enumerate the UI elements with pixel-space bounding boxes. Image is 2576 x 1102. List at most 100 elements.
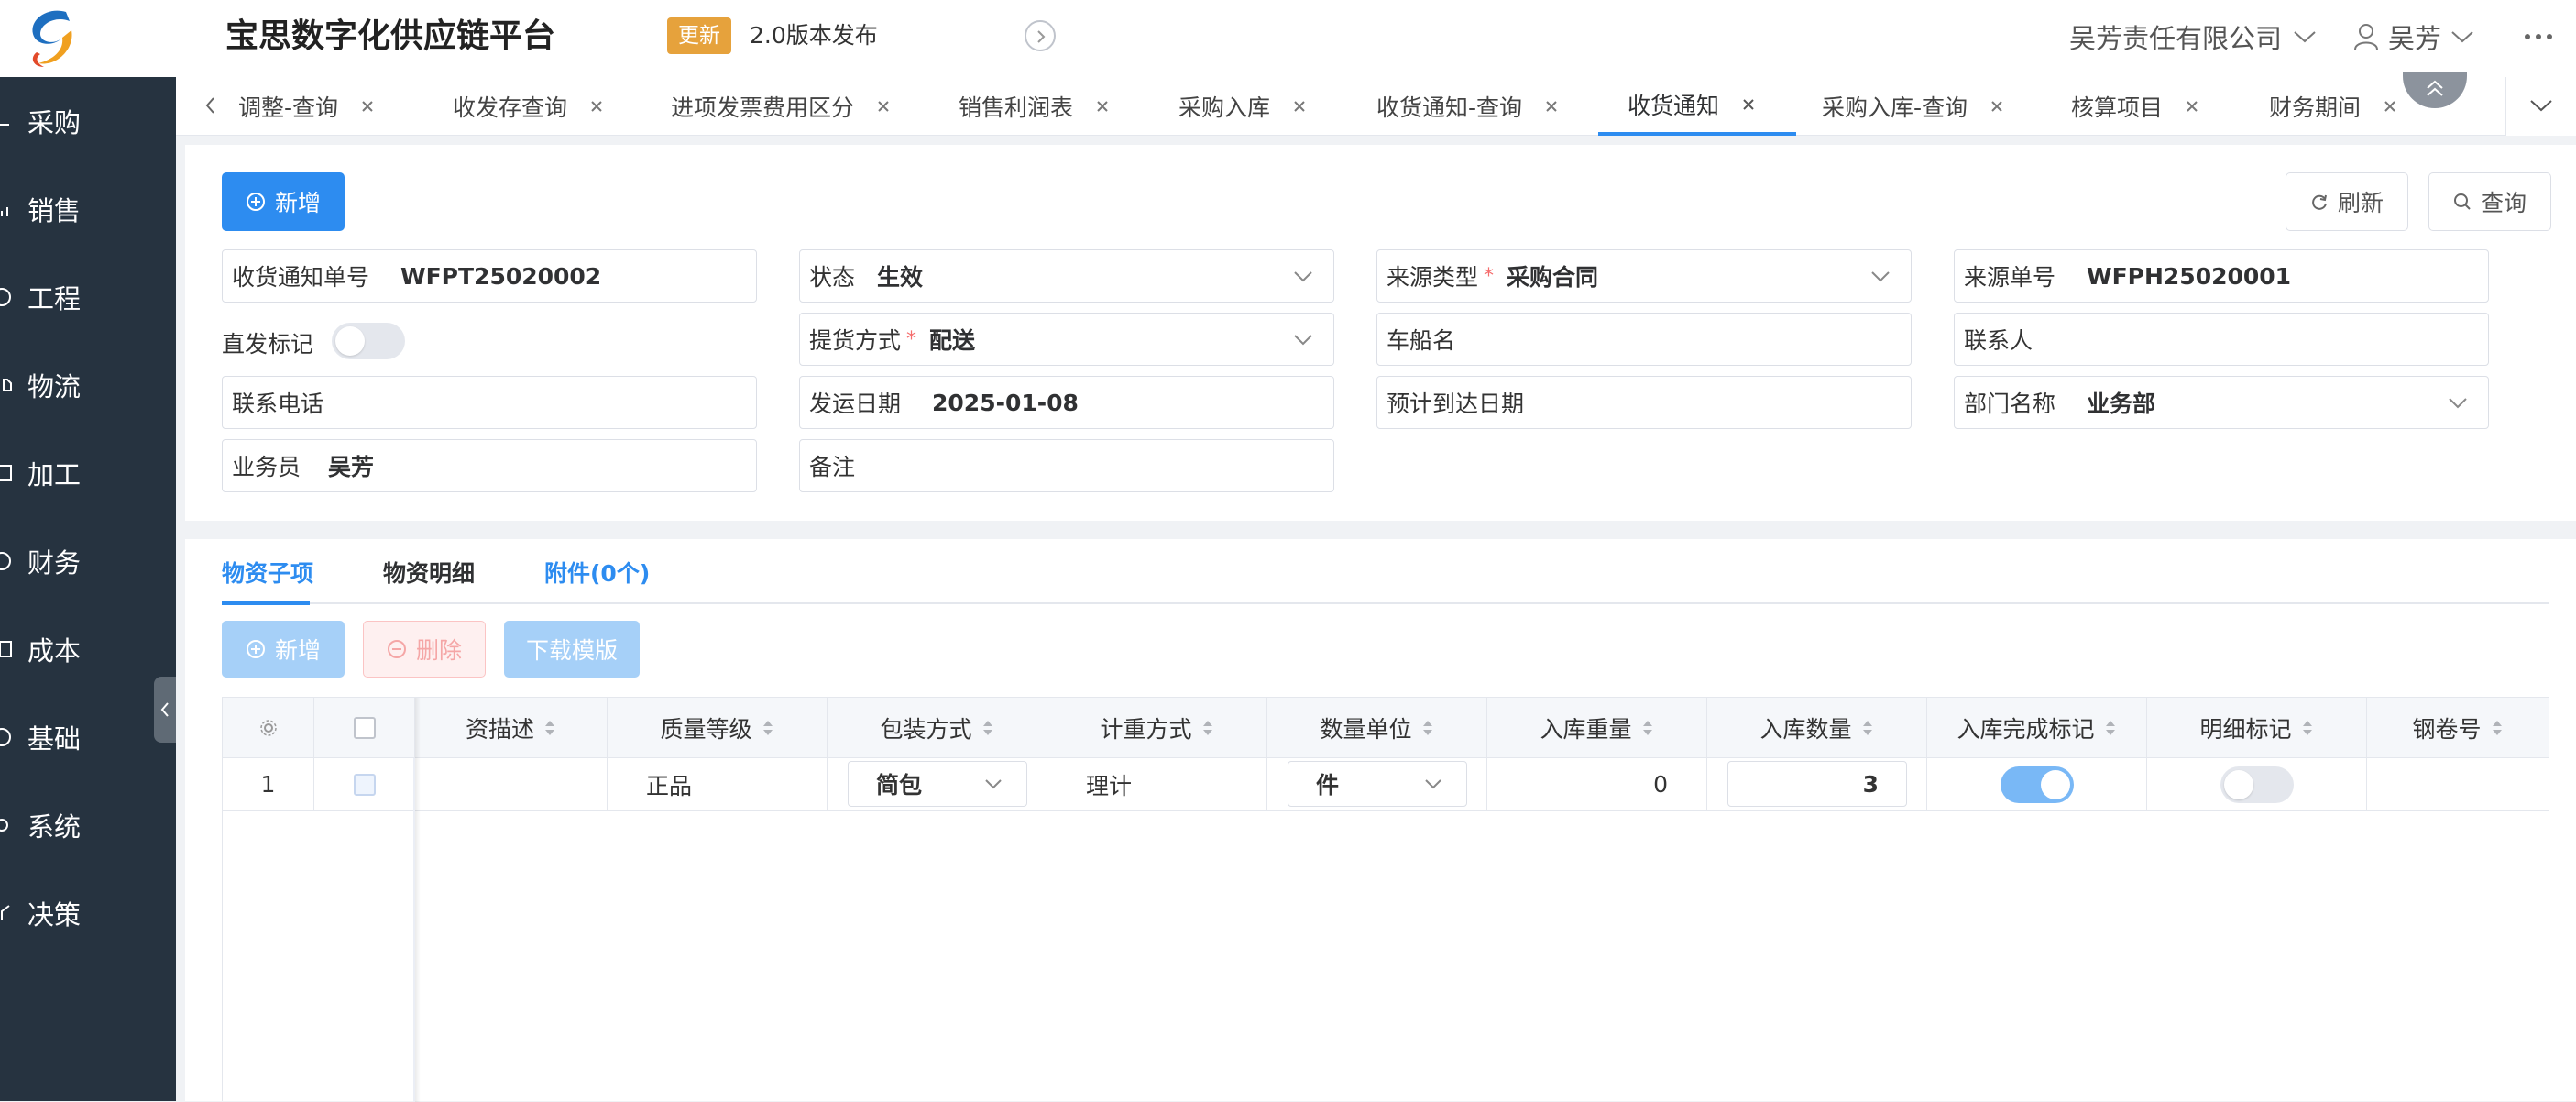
close-icon[interactable] [1990,99,2004,114]
direct-flag-switch[interactable] [332,323,405,359]
row-checkbox[interactable] [353,773,376,796]
delete-row-button[interactable]: 删除 [363,621,486,678]
close-icon[interactable] [1292,99,1307,114]
cell-weigh-method[interactable]: 理计 [1047,758,1267,810]
column-header-packing[interactable]: 包装方式 [828,698,1047,757]
sidebar-item-logistics[interactable]: 物流 [0,358,176,413]
release-note[interactable]: 2.0版本发布 [750,17,878,54]
cell-quantity[interactable]: 3 [1707,758,1927,810]
sidebar-item-cost[interactable]: 成本 [0,622,176,677]
chevron-left-icon[interactable] [203,95,216,116]
tab-purchase-inbound[interactable]: 采购入库 [1178,77,1307,136]
release-arrow-button[interactable] [1025,20,1056,51]
cell-unit[interactable]: 件 [1267,758,1487,810]
cell-coil-no[interactable] [2367,758,2549,810]
tab-material-details[interactable]: 物资明细 [383,556,475,589]
close-icon[interactable] [2383,99,2397,114]
close-icon[interactable] [589,99,604,114]
tab-accounting-item[interactable]: 核算项目 [2071,77,2199,136]
tab-sales-profit[interactable]: 销售利润表 [959,77,1110,136]
sidebar-item-decision[interactable]: 决策 [0,886,176,941]
refresh-button-label: 刷新 [2337,190,2384,216]
complete-flag-switch[interactable] [2001,766,2074,803]
source-no-field[interactable]: 来源单号 WFPH25020001 [1954,249,2489,303]
sidebar-item-purchase[interactable]: 采购 [0,94,176,149]
user-icon [2354,24,2378,50]
column-header-detail-flag[interactable]: 明细标记 [2147,698,2367,757]
tab-attachments[interactable]: 附件(0个) [544,556,650,589]
tab-receipt-notice[interactable]: 收货通知 [1598,77,1796,136]
sort-icon [545,720,554,735]
add-button[interactable]: 新增 [222,172,345,231]
close-icon[interactable] [2185,99,2199,114]
cell-weight[interactable]: 0 [1487,758,1707,810]
column-header-weigh-method[interactable]: 计重方式 [1047,698,1267,757]
tab-purchase-inbound-query[interactable]: 采购入库-查询 [1822,77,2004,136]
tab-invoice-fee[interactable]: 进项发票费用区分 [671,77,891,136]
detail-flag-switch[interactable] [2220,766,2294,803]
column-header-coil-no[interactable]: 钢卷号 [2367,698,2549,757]
tab-label: 进项发票费用区分 [671,94,855,121]
source-type-select[interactable]: 来源类型 * 采购合同 [1376,249,1912,303]
contact-field[interactable]: 联系人 [1954,313,2489,366]
close-icon[interactable] [876,99,891,114]
refresh-button[interactable]: 刷新 [2286,172,2408,231]
sidebar-item-finance[interactable]: 财务 [0,534,176,589]
cell-complete-flag[interactable] [1927,758,2147,810]
company-switcher[interactable]: 吴芳责任有限公司 [2069,17,2317,57]
user-menu[interactable]: 吴芳 [2353,17,2474,57]
row-select-cell[interactable] [314,758,415,810]
cell-desc[interactable] [415,758,608,810]
close-icon[interactable] [1095,99,1110,114]
phone-field[interactable]: 联系电话 [222,376,757,429]
column-header-unit[interactable]: 数量单位 [1267,698,1487,757]
select-all-cell[interactable] [314,698,415,757]
chart-icon [1,207,8,216]
column-header-quality[interactable]: 质量等级 [608,698,828,757]
query-button[interactable]: 查询 [2428,172,2551,231]
department-select[interactable]: 部门名称 业务部 [1954,376,2489,429]
column-header-weight[interactable]: 入库重量 [1487,698,1707,757]
plus-circle-icon [246,640,265,658]
tab-fiscal-period[interactable]: 财务期间 [2269,77,2397,136]
salesperson-field[interactable]: 业务员 吴芳 [222,439,757,492]
tab-list-dropdown[interactable] [2505,77,2576,136]
close-icon[interactable] [1544,99,1559,114]
tab-material-items[interactable]: 物资子项 [222,556,313,589]
column-header-complete-flag[interactable]: 入库完成标记 [1927,698,2147,757]
close-icon[interactable] [360,99,375,114]
quantity-input[interactable]: 3 [1727,761,1907,807]
cell-detail-flag[interactable] [2147,758,2367,810]
field-label: 提货方式 [809,327,902,354]
tab-receipt-query[interactable]: 收货通知-查询 [1376,77,1559,136]
add-row-button[interactable]: 新增 [222,621,345,678]
sidebar-item-sales[interactable]: 销售 [0,182,176,237]
sidebar-collapse-button[interactable] [154,677,176,743]
select-all-checkbox[interactable] [353,716,376,739]
update-badge[interactable]: 更新 [667,17,731,54]
cell-packing[interactable]: 简包 [828,758,1047,810]
ship-date-field[interactable]: 发运日期 2025-01-08 [799,376,1334,429]
packing-select[interactable]: 简包 [848,761,1027,807]
notice-no-field[interactable]: 收货通知单号 WFPT25020002 [222,249,757,303]
more-menu-button[interactable] [2518,17,2559,57]
sidebar-item-base[interactable]: 基础 [0,710,176,765]
sidebar-item-system[interactable]: 系统 [0,798,176,853]
vessel-name-field[interactable]: 车船名 [1376,313,1912,366]
column-header-desc[interactable]: 资描述 [415,698,608,757]
sidebar-item-engineering[interactable]: 工程 [0,270,176,325]
table-row[interactable]: 1 正品 简包 理计 件 0 3 [223,758,2549,811]
eta-field[interactable]: 预计到达日期 [1376,376,1912,429]
cell-quality[interactable]: 正品 [608,758,828,810]
remark-field[interactable]: 备注 [799,439,1334,492]
pickup-method-select[interactable]: 提货方式 * 配送 [799,313,1334,366]
column-header-quantity[interactable]: 入库数量 [1707,698,1927,757]
sidebar-item-processing[interactable]: 加工 [0,446,176,501]
tab-inventory-query[interactable]: 收发存查询 [453,77,604,136]
close-icon[interactable] [1741,97,1756,112]
unit-select[interactable]: 件 [1288,761,1467,807]
tab-adjust-query[interactable]: 调整-查询 [238,77,375,136]
status-select[interactable]: 状态 生效 [799,249,1334,303]
download-template-button[interactable]: 下载模版 [504,621,640,678]
column-settings-cell[interactable] [223,698,314,757]
